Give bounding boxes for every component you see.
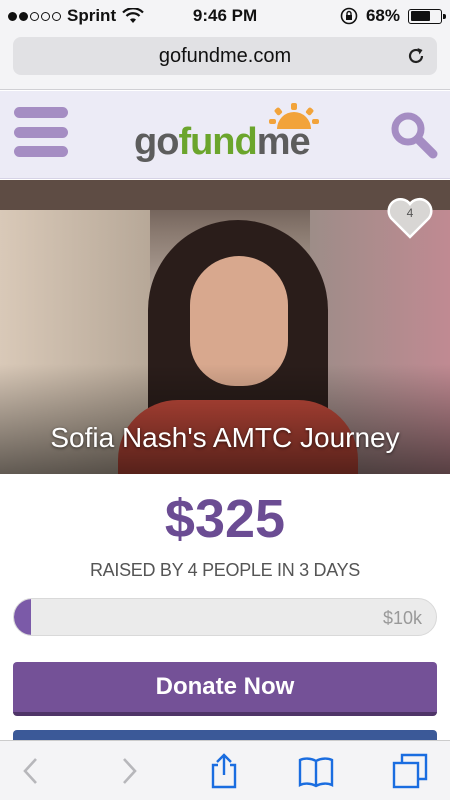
- reload-icon[interactable]: [405, 45, 427, 67]
- goal-amount: $10k: [382, 608, 422, 628]
- progress-fill: [14, 599, 31, 635]
- browser-toolbar: [0, 740, 450, 800]
- forward-icon[interactable]: [110, 753, 146, 789]
- browser-address-area: gofundme.com: [0, 32, 450, 90]
- share-icon[interactable]: [206, 753, 242, 789]
- tabs-icon[interactable]: [392, 753, 428, 789]
- site-header: gofundme: [0, 91, 450, 179]
- address-bar[interactable]: gofundme.com: [13, 37, 437, 75]
- status-bar: Sprint 9:46 PM 68%: [0, 0, 450, 32]
- logo-wordmark: gofundme: [134, 121, 311, 163]
- campaign-title: Sofia Nash's AMTC Journey: [50, 422, 400, 453]
- campaign-hero-image[interactable]: 4 Sofia Nash's AMTC Journey: [0, 180, 450, 474]
- search-icon[interactable]: [388, 109, 438, 159]
- like-count: 4: [406, 206, 414, 220]
- gofundme-logo[interactable]: gofundme: [134, 103, 324, 167]
- back-icon[interactable]: [14, 753, 50, 789]
- raised-summary: RAISED BY 4 PEOPLE IN 3 DAYS: [89, 560, 361, 580]
- status-right: 68%: [340, 6, 446, 26]
- rotation-lock-icon: [340, 7, 358, 25]
- address-text: gofundme.com: [158, 44, 292, 67]
- hamburger-icon[interactable]: [14, 107, 68, 157]
- donate-now-button[interactable]: Donate Now: [13, 662, 437, 716]
- battery-fill: [410, 11, 431, 21]
- progress-bar: $10k: [13, 598, 437, 636]
- amount-raised: $325: [164, 489, 286, 549]
- battery-icon: [408, 8, 446, 24]
- bookmarks-icon[interactable]: [298, 753, 334, 789]
- battery-percent: 68%: [365, 6, 400, 25]
